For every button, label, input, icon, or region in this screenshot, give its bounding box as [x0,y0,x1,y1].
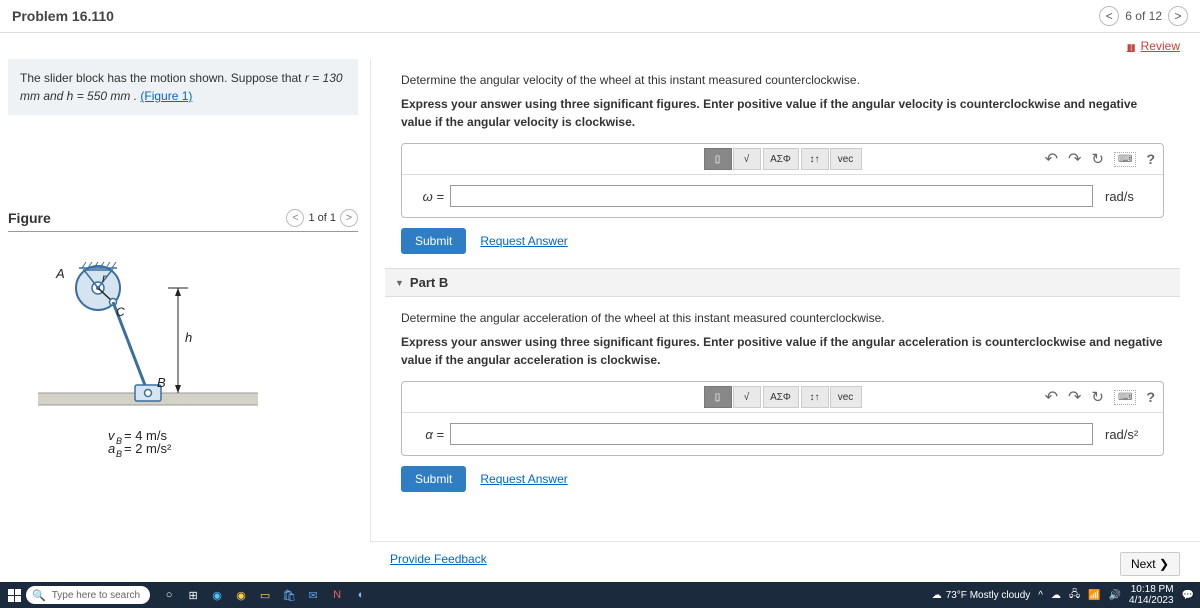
windows-icon [8,589,21,602]
problem-statement: The slider block has the motion shown. S… [8,59,358,115]
keyboard-icon[interactable]: ⌨ [1114,152,1136,167]
main-area: The slider block has the motion shown. S… [0,59,1200,569]
svg-text:C: C [116,305,125,319]
figure-header: Figure < 1 of 1 > [8,205,358,232]
figure-pager: < 1 of 1 > [286,209,358,227]
formula-toolbar-b: ▯ √ ΑΣΦ ↕↑ vec ↶ ↷ ↻ ⌨ ? [402,382,1163,413]
sqrt-icon[interactable]: √ [733,386,761,408]
onedrive-icon[interactable]: ☁ [1051,590,1061,601]
top-bar: Problem 16.110 < 6 of 12 > [0,0,1200,33]
figure-title: Figure [8,210,51,226]
notifications-icon[interactable]: 💬 [1182,590,1194,601]
part-b-header[interactable]: Part B [385,268,1180,297]
search-icon: 🔍 [32,589,46,602]
problem-counter: 6 of 12 [1125,9,1162,23]
cortana-icon[interactable]: ○ [160,586,178,604]
arrows-button[interactable]: ↕↑ [801,148,829,170]
svg-text:= 2 m/s²: = 2 m/s² [124,441,172,456]
next-problem-button[interactable]: > [1168,6,1188,26]
windows-taskbar: 🔍 Type here to search ○ ⊞ ◉ ◉ ▭ 🛍 ✉ N ◐ … [0,582,1200,608]
app-icon-2[interactable]: ◐ [352,586,370,604]
next-figure-button[interactable]: > [340,209,358,227]
wifi-icon[interactable]: 📶 [1088,590,1100,601]
formula-toolbar-a: ▯ √ ΑΣΦ ↕↑ vec ↶ ↷ ↻ ⌨ ? [402,144,1163,175]
tray-chevron-icon[interactable]: ^ [1038,590,1043,601]
weather-widget[interactable]: ☁ 73°F Mostly cloudy [932,590,1031,601]
alpha-input[interactable] [450,423,1093,445]
weather-icon: ☁ [932,590,942,601]
left-column: The slider block has the motion shown. S… [0,59,370,569]
svg-text:B: B [116,449,122,459]
answer-box-a: ▯ √ ΑΣΦ ↕↑ vec ↶ ↷ ↻ ⌨ ? [401,143,1164,218]
svg-text:B: B [157,375,166,390]
submit-button-a[interactable]: Submit [401,228,466,254]
svg-text:a: a [108,441,115,456]
start-button[interactable] [6,587,22,603]
prev-figure-button[interactable]: < [286,209,304,227]
problem-pager: < 6 of 12 > [1099,6,1188,26]
answer-row-b: α = rad/s² [402,413,1163,455]
vec-button[interactable]: vec [830,148,862,170]
part-b-question: Determine the angular acceleration of th… [385,297,1180,369]
next-button[interactable]: Next ❯ [1120,552,1180,576]
system-tray: ☁ 73°F Mostly cloudy ^ ☁ 🖧 📶 🔊 10:18 PM … [932,584,1194,606]
redo-icon[interactable]: ↷ [1068,387,1081,407]
greek-button[interactable]: ΑΣΦ [763,148,799,170]
mail-icon[interactable]: ✉ [304,586,322,604]
review-link[interactable]: Review [1127,39,1180,53]
explorer-icon[interactable]: ▭ [256,586,274,604]
taskbar-search[interactable]: 🔍 Type here to search [26,586,150,604]
figure-1-link[interactable]: (Figure 1) [140,89,192,103]
chrome-icon[interactable]: ◉ [232,586,250,604]
omega-input[interactable] [450,185,1093,207]
request-answer-a[interactable]: Request Answer [480,234,567,248]
volume-icon[interactable]: 🔊 [1109,590,1121,601]
review-bar: Review [0,33,1200,59]
footer-row: Provide Feedback Next ❯ [370,541,1200,580]
undo-icon[interactable]: ↶ [1045,387,1058,407]
svg-text:h: h [185,330,192,345]
greek-button[interactable]: ΑΣΦ [763,386,799,408]
prev-problem-button[interactable]: < [1099,6,1119,26]
reset-icon[interactable]: ↻ [1091,150,1104,168]
network-icon[interactable]: 🖧 [1069,587,1080,604]
store-icon[interactable]: 🛍 [280,586,298,604]
part-a-question: Determine the angular velocity of the wh… [385,59,1180,131]
omega-label: ω = [416,189,444,204]
provide-feedback-link[interactable]: Provide Feedback [390,552,487,576]
arrows-button[interactable]: ↕↑ [801,386,829,408]
problem-title: Problem 16.110 [12,8,114,24]
redo-icon[interactable]: ↷ [1068,149,1081,169]
request-answer-b[interactable]: Request Answer [480,472,567,486]
taskbar-apps: ○ ⊞ ◉ ◉ ▭ 🛍 ✉ N ◐ [160,586,370,604]
figure-counter: 1 of 1 [308,212,336,224]
submit-button-b[interactable]: Submit [401,466,466,492]
app-icon-1[interactable]: N [328,586,346,604]
keyboard-icon[interactable]: ⌨ [1114,390,1136,405]
template-icon[interactable]: ▯ [704,148,732,170]
vec-button[interactable]: vec [830,386,862,408]
taskview-icon[interactable]: ⊞ [184,586,202,604]
part-a-buttons: Submit Request Answer [385,218,1180,258]
answer-box-b: ▯ √ ΑΣΦ ↕↑ vec ↶ ↷ ↻ ⌨ ? [401,381,1164,456]
edge-icon[interactable]: ◉ [208,586,226,604]
flag-icon [1127,39,1137,53]
alpha-label: α = [416,427,444,442]
alpha-unit: rad/s² [1099,427,1149,442]
answer-row-a: ω = rad/s [402,175,1163,217]
taskbar-clock[interactable]: 10:18 PM 4/14/2023 [1129,584,1174,606]
part-b-buttons: Submit Request Answer [385,456,1180,496]
help-icon[interactable]: ? [1146,151,1155,167]
svg-text:A: A [55,266,65,281]
template-icon[interactable]: ▯ [704,386,732,408]
right-column: Determine the angular velocity of the wh… [370,59,1200,569]
figure-image: A r C h B v B = 4 m/s a B = 2 m/s² [8,242,358,471]
reset-icon[interactable]: ↻ [1091,388,1104,406]
help-icon[interactable]: ? [1146,389,1155,405]
svg-text:B: B [116,436,122,446]
omega-unit: rad/s [1099,189,1149,204]
undo-icon[interactable]: ↶ [1045,149,1058,169]
sqrt-icon[interactable]: √ [733,148,761,170]
